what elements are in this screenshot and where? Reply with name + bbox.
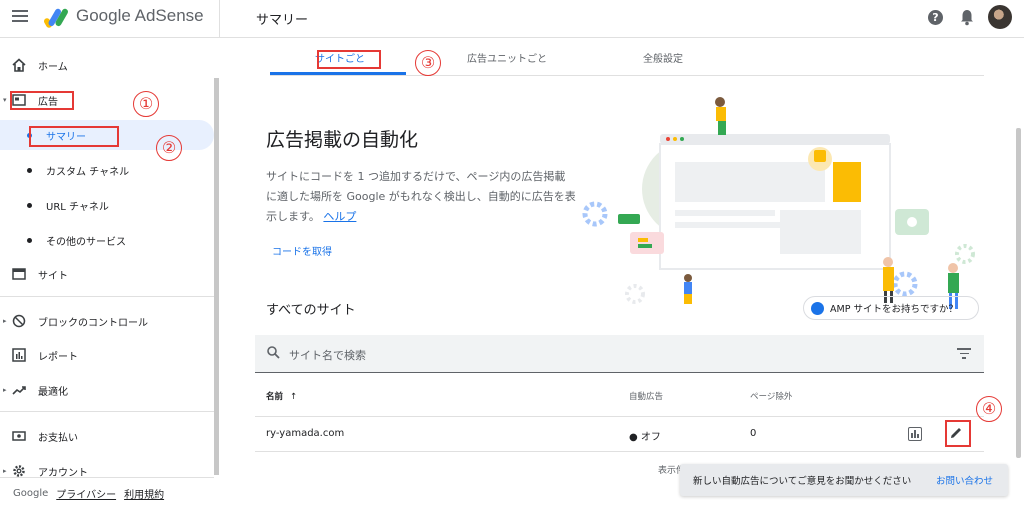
toast-message: 新しい自動広告についてご意見をお聞かせください <box>693 476 912 487</box>
table-divider <box>255 416 984 417</box>
sidebar-item-sites[interactable]: サイト <box>0 259 214 289</box>
privacy-link[interactable]: プライバシー <box>56 486 116 501</box>
sites-icon <box>12 268 26 280</box>
expand-caret-icon: ▸ <box>3 467 7 475</box>
payments-icon <box>12 431 26 441</box>
top-app-bar: Google AdSense サマリー ? <box>0 0 1024 38</box>
bullet-icon <box>27 167 32 173</box>
terms-link[interactable]: 利用規約 <box>124 486 164 501</box>
sidebar-item-custom-channels[interactable]: カスタム チャネル <box>0 155 214 185</box>
filter-icon[interactable] <box>957 348 971 359</box>
tab-general-settings[interactable]: 全般設定 <box>593 50 733 65</box>
amp-chip-label: AMP サイトをお持ちですか？ <box>830 304 958 315</box>
auto-ads-illustration <box>582 97 975 309</box>
tab-by-site[interactable]: サイトごと <box>270 50 410 65</box>
report-icon[interactable] <box>908 427 922 441</box>
column-header-name[interactable]: 名前 ↑ <box>266 390 297 402</box>
annotation-number-4: ④ <box>976 396 1002 422</box>
search-icon <box>267 346 280 359</box>
main-scrollbar[interactable] <box>1016 128 1021 458</box>
bullet-icon <box>27 132 32 138</box>
expand-caret-icon: ▸ <box>3 386 7 394</box>
sidebar-scrollbar[interactable] <box>214 78 219 475</box>
sidebar-item-label: カスタム チャネル <box>46 166 130 178</box>
sidebar-item-label: サマリー <box>46 131 86 143</box>
sidebar-item-home[interactable]: ホーム <box>0 50 214 80</box>
sidebar-item-label: 広告 <box>38 96 58 108</box>
sidebar-divider <box>0 296 214 297</box>
sidebar-item-payments[interactable]: お支払い <box>0 421 214 451</box>
get-code-button[interactable]: コードを取得 <box>272 243 332 258</box>
footer-google-text: Google <box>13 488 49 499</box>
column-header-page-exclusion[interactable]: ページ除外 <box>750 390 792 402</box>
help-icon[interactable]: ? <box>928 10 943 25</box>
sort-arrow-icon: ↑ <box>289 392 298 402</box>
home-icon <box>12 58 26 72</box>
page-title: サマリー <box>256 13 309 28</box>
sidebar-item-other-services[interactable]: その他のサービス <box>0 225 214 255</box>
expand-caret-icon: ▸ <box>3 317 7 325</box>
help-link[interactable]: ヘルプ <box>323 210 356 223</box>
active-tab-indicator <box>270 72 406 75</box>
bullet-icon <box>27 237 32 243</box>
ads-icon <box>12 94 26 106</box>
hamburger-menu-icon[interactable] <box>12 10 28 26</box>
sidebar-item-label: お支払い <box>38 432 78 444</box>
annotation-number-3: ③ <box>415 50 441 76</box>
site-search-bar[interactable]: サイト名で検索 <box>255 335 984 373</box>
tab-by-ad-unit[interactable]: 広告ユニットごと <box>437 50 577 65</box>
hero-description-text: サイトにコードを 1 つ追加するだけで、ページ内の広告掲載に適した場所を Goo… <box>266 170 576 223</box>
user-avatar[interactable] <box>988 5 1012 29</box>
block-icon <box>12 314 26 328</box>
search-input[interactable]: サイト名で検索 <box>289 347 366 363</box>
bar-chart-icon <box>12 348 26 362</box>
sidebar-item-optimization[interactable]: ▸ 最適化 <box>0 375 214 405</box>
app-logo-text[interactable]: Google AdSense <box>76 6 204 26</box>
sidebar-item-label: サイト <box>38 270 68 282</box>
page-exclusion-cell: 0 <box>750 428 757 439</box>
sidebar-divider <box>0 411 214 412</box>
site-name-cell[interactable]: ry-yamada.com <box>266 428 344 439</box>
sidebar-item-label: その他のサービス <box>46 236 126 248</box>
amp-sites-chip[interactable]: AMP サイトをお持ちですか？ <box>803 296 979 320</box>
sidebar-item-reports[interactable]: レポート <box>0 340 214 370</box>
all-sites-title: すべてのサイト <box>266 303 356 318</box>
sidebar-nav: ホーム ▾ 広告 サマリー カスタム チャネル URL チャネル その他のサービ… <box>0 38 220 509</box>
top-bar-divider <box>219 0 220 38</box>
sidebar-item-label: ブロックのコントロール <box>38 317 148 329</box>
auto-ads-status-cell: ● オフ <box>629 432 661 443</box>
hero-description: サイトにコードを 1 つ追加するだけで、ページ内の広告掲載に適した場所を Goo… <box>266 167 576 227</box>
annotation-number-1: ① <box>133 91 159 117</box>
contact-us-link[interactable]: お問い合わせ <box>936 473 993 487</box>
sidebar-item-ads[interactable]: ▾ 広告 <box>0 85 214 115</box>
sidebar-item-label: URL チャネル <box>46 201 109 213</box>
sidebar-item-label: レポート <box>38 351 78 363</box>
sidebar-footer: Google プライバシー 利用規約 <box>0 477 214 509</box>
column-header-auto-ads[interactable]: 自動広告 <box>629 390 663 402</box>
tab-bar: サイトごと 広告ユニットごと 全般設定 <box>270 38 984 76</box>
trending-up-icon <box>12 386 26 395</box>
sidebar-item-label: ホーム <box>38 61 68 73</box>
main-content: サイトごと 広告ユニットごと 全般設定 広告掲載の自動化 サイトにコードを 1 … <box>220 38 1024 509</box>
table-divider <box>255 451 984 452</box>
expand-caret-icon: ▾ <box>3 96 7 104</box>
edit-pencil-icon[interactable] <box>948 425 964 441</box>
hero-title: 広告掲載の自動化 <box>266 129 419 151</box>
sidebar-item-blocking-controls[interactable]: ▸ ブロックのコントロール <box>0 306 214 336</box>
feedback-toast: 新しい自動広告についてご意見をお聞かせください お問い合わせ <box>680 464 1008 496</box>
sidebar-item-url-channels[interactable]: URL チャネル <box>0 190 214 220</box>
column-header-label: 名前 <box>266 392 284 402</box>
bullet-icon <box>27 202 32 208</box>
sidebar-item-label: 最適化 <box>38 386 68 398</box>
gear-icon <box>13 465 25 477</box>
lightning-bolt-icon <box>811 302 824 315</box>
annotation-number-2: ② <box>156 135 182 161</box>
adsense-logo-icon <box>44 8 68 28</box>
notification-bell-icon[interactable] <box>960 9 974 26</box>
